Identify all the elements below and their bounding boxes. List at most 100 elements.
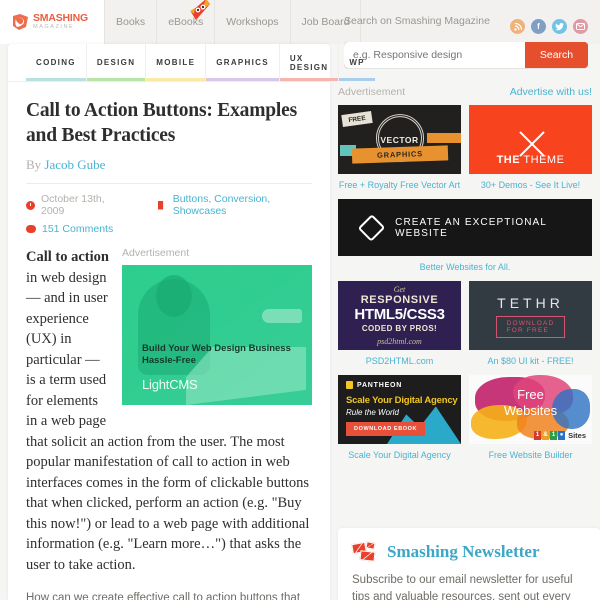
twitter-icon[interactable]	[552, 19, 567, 34]
nav-item-books[interactable]: Books	[104, 0, 158, 44]
tethr-ad-image[interactable]: TETHR DOWNLOAD FOR FREE	[469, 281, 592, 350]
pantheon-logo-icon	[346, 381, 353, 389]
ad-cell-pantheon: PANTHEON Scale Your Digital Agency Rule …	[338, 375, 461, 461]
pantheon-download-button[interactable]: DOWNLOAD EBOOK	[346, 422, 426, 436]
clock-icon	[26, 200, 35, 210]
the-theme-ad-image[interactable]: THE THEME	[469, 105, 592, 174]
category-underline	[339, 78, 375, 81]
ad-cell-free-websites: Free Websites 1 & 1 ● Sites Free Website…	[469, 375, 592, 461]
logo-name: SMASHING	[33, 12, 88, 25]
category-tab-graphics[interactable]: GRAPHICS	[206, 44, 280, 81]
tethr-download-button[interactable]: DOWNLOAD FOR FREE	[495, 316, 566, 338]
comments-count: 151 Comments	[26, 223, 113, 235]
facebook-icon[interactable]: f	[531, 19, 546, 34]
graphics-ribbon-text: GRAPHICS	[376, 149, 424, 160]
lightcms-headline: Build Your Web Design Business Hassle-Fr…	[142, 343, 291, 366]
pantheon-ad-image[interactable]: PANTHEON Scale Your Digital Agency Rule …	[338, 375, 461, 444]
advertise-with-us-link[interactable]: Advertise with us!	[510, 86, 592, 98]
pantheon-line1: Scale Your Digital Agency	[346, 395, 458, 406]
ad-caption-tethr[interactable]: An $80 UI kit - FREE!	[469, 355, 592, 367]
ad-caption-squarespace[interactable]: Better Websites for All.	[338, 261, 592, 273]
sidebar-ad-grid: VECTOR FREE GRAPHICS Free + Royalty Free…	[338, 105, 592, 461]
comment-bubble-icon	[26, 225, 36, 233]
category-tab-coding[interactable]: CODING	[26, 44, 87, 81]
logo-block: ●	[558, 431, 566, 440]
newsletter-panel: Smashing Newsletter Subscribe to our ema…	[338, 528, 600, 600]
mail-icon[interactable]	[573, 19, 588, 34]
category-underline	[146, 78, 206, 81]
the-theme-light: THEME	[523, 154, 565, 166]
vector-title: VECTOR	[380, 134, 419, 145]
category-label: DESIGN	[96, 58, 136, 67]
meta-line-bottom: 151 Comments	[26, 223, 312, 235]
squarespace-ad-image[interactable]: CREATE AN EXCEPTIONAL WEBSITE	[338, 199, 592, 256]
ad-caption-vector-graphics[interactable]: Free + Royalty Free Vector Art	[338, 179, 461, 191]
top-navigation: Books eBooks Workshops Job Board	[104, 0, 362, 44]
article-meta: October 13th, 2009 Buttons, Conversion, …	[26, 193, 312, 235]
sidebar-ad-label: Advertisement	[338, 86, 406, 98]
lead-bold: Call to action	[26, 249, 109, 265]
logo-subtitle: MAGAZINE	[33, 23, 75, 30]
category-underline	[26, 78, 86, 81]
article-column: CODING DESIGN MOBILE GRAPHICS UX DESIGN …	[8, 44, 375, 600]
search-bar: Search	[344, 42, 588, 68]
vector-graphics-ad-image[interactable]: VECTOR FREE GRAPHICS	[338, 105, 461, 174]
psd-line3: HTML5/CSS3	[354, 306, 445, 323]
lightcms-ad-banner[interactable]: Build Your Web Design Business Hassle-Fr…	[122, 265, 312, 405]
rss-icon[interactable]	[510, 19, 525, 34]
category-tab-mobile[interactable]: MOBILE	[146, 44, 207, 81]
nav-item-ebooks[interactable]: eBooks	[157, 0, 216, 44]
free-websites-line2: Websites	[503, 403, 558, 418]
category-label: MOBILE	[156, 58, 196, 67]
oneandone-logo: 1 & 1 ● Sites	[534, 431, 586, 440]
free-websites-ad-image[interactable]: Free Websites 1 & 1 ● Sites	[469, 375, 592, 444]
psd-line4: CODED BY PROS!	[361, 324, 438, 333]
squarespace-logo-icon	[357, 213, 386, 242]
newsletter-title: Smashing Newsletter	[387, 542, 540, 561]
envelope-shape	[365, 541, 376, 550]
tags-link[interactable]: Buttons, Conversion, Showcases	[173, 193, 312, 217]
publish-date-text: October 13th, 2009	[41, 193, 105, 217]
sidebar-ad-header: Advertisement Advertise with us!	[338, 86, 592, 98]
pantheon-line2: Rule the World	[346, 408, 399, 417]
logo-block: 1	[534, 431, 542, 440]
ad-caption-pantheon[interactable]: Scale Your Digital Agency	[338, 449, 461, 461]
ad-caption-the-theme[interactable]: 30+ Demos - See It Live!	[469, 179, 592, 191]
ad-caption-psd2html[interactable]: PSD2HTML.com	[338, 355, 461, 367]
sidebar: Advertisement Advertise with us! VECTOR …	[338, 86, 592, 461]
envelopes-icon	[351, 541, 378, 562]
ad-cell-vector-graphics: VECTOR FREE GRAPHICS Free + Royalty Free…	[338, 105, 461, 191]
category-underline	[86, 78, 146, 81]
tethr-title: TETHR	[497, 295, 564, 311]
category-underline	[279, 78, 339, 81]
second-paragraph: How can we create effective call to acti…	[26, 592, 301, 600]
ebook-cat-icon	[188, 0, 212, 24]
category-label: WP	[349, 58, 365, 67]
nav-item-workshops[interactable]: Workshops	[215, 0, 291, 44]
meta-line-top: October 13th, 2009 Buttons, Conversion, …	[26, 193, 312, 217]
search-button[interactable]: Search	[525, 42, 588, 68]
logo-block: &	[542, 431, 550, 440]
byline-prefix: By	[26, 157, 42, 172]
newsletter-description: Subscribe to our email newsletter for us…	[352, 574, 573, 600]
lightcms-brand: LightCMS	[142, 377, 198, 392]
squarespace-title: CREATE AN EXCEPTIONAL WEBSITE	[395, 216, 547, 239]
ad-caption-free-websites[interactable]: Free Website Builder	[469, 449, 592, 461]
site-logo[interactable]: SMASHING MAGAZINE	[0, 0, 104, 44]
comments-link[interactable]: 151 Comments	[42, 223, 113, 235]
category-tab-wp[interactable]: WP	[339, 44, 375, 81]
psd2html-ad-image[interactable]: Get RESPONSIVE HTML5/CSS3 CODED BY PROS!…	[338, 281, 461, 350]
author-link[interactable]: Jacob Gube	[44, 157, 105, 172]
free-websites-line1: Free	[517, 387, 544, 402]
category-tab-design[interactable]: DESIGN	[86, 44, 147, 81]
envelope-shape	[359, 550, 376, 562]
logo-wordmark: SMASHING MAGAZINE	[33, 13, 88, 30]
top-bar: SMASHING MAGAZINE Books eBooks Workshops…	[0, 0, 600, 68]
inline-ad-label: Advertisement	[122, 247, 190, 259]
category-tab-ux-design[interactable]: UX DESIGN	[279, 44, 340, 81]
article-tags: Buttons, Conversion, Showcases	[157, 193, 312, 217]
social-links: f	[510, 19, 588, 34]
free-flag: FREE	[341, 110, 373, 128]
logo-group: SMASHING MAGAZINE	[12, 13, 88, 31]
the-theme-bold: THE	[496, 154, 521, 166]
